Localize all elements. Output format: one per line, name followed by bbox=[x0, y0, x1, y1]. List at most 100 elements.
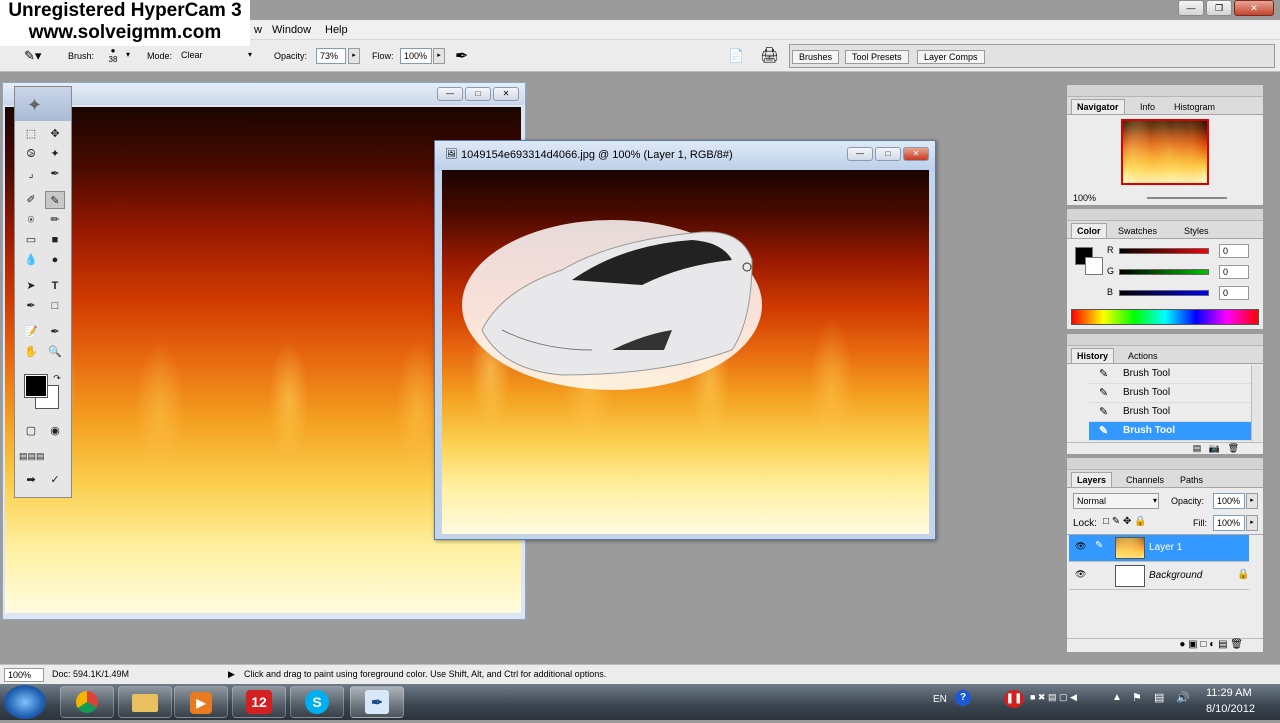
lasso-tool-icon[interactable]: ⧁ bbox=[21, 145, 41, 163]
app-12-icon[interactable]: 12 bbox=[232, 686, 286, 718]
history-brush-tool-icon[interactable]: ✏ bbox=[45, 211, 65, 229]
toolbox-header[interactable]: ✦ bbox=[15, 87, 71, 121]
clock-date[interactable]: 8/10/2012 bbox=[1206, 703, 1255, 715]
delete-layer-icon[interactable]: 🗑 bbox=[1230, 639, 1243, 650]
doc2-canvas[interactable] bbox=[442, 170, 929, 534]
visibility-eye-icon[interactable]: 👁 bbox=[1075, 569, 1086, 580]
blend-mode-select[interactable]: Normal bbox=[1073, 493, 1159, 509]
swap-colors-icon[interactable]: ↷ bbox=[47, 369, 67, 387]
chevron-down-icon[interactable]: ▾ bbox=[126, 50, 130, 59]
slice-tool-icon[interactable]: ✒ bbox=[45, 165, 65, 183]
opacity-slider-toggle[interactable]: ▸ bbox=[348, 48, 360, 64]
brush-size-picker[interactable]: ● 38 bbox=[106, 46, 120, 64]
color-channel-slider[interactable] bbox=[1119, 248, 1209, 254]
file-browser-icon[interactable]: 📄 bbox=[728, 48, 744, 64]
well-tab-brushes[interactable]: Brushes bbox=[792, 50, 840, 64]
flow-slider-toggle[interactable]: ▸ bbox=[433, 48, 445, 64]
new-layer-icon[interactable]: ▤ bbox=[1218, 639, 1227, 650]
pen-tool-icon[interactable]: ✒ bbox=[21, 297, 41, 315]
standard-mode-icon[interactable]: ▢ bbox=[21, 422, 41, 440]
mode-chevron-icon[interactable]: ▾ bbox=[248, 50, 252, 59]
history-item[interactable]: ✎ Brush Tool bbox=[1089, 365, 1259, 384]
tab-layers[interactable]: Layers bbox=[1071, 472, 1113, 487]
move-tool-icon[interactable]: ✥ bbox=[45, 125, 65, 143]
navigator-zoom-value[interactable]: 100% bbox=[1073, 193, 1096, 203]
tab-actions[interactable]: Actions bbox=[1123, 349, 1163, 363]
history-item[interactable]: ✎ Brush Tool bbox=[1089, 384, 1259, 403]
tab-navigator[interactable]: Navigator bbox=[1071, 99, 1125, 114]
tab-histogram[interactable]: Histogram bbox=[1169, 100, 1220, 114]
doc1-maximize-button[interactable]: □ bbox=[465, 87, 491, 101]
language-indicator[interactable]: EN bbox=[933, 694, 947, 705]
new-group-icon[interactable]: □ bbox=[1200, 639, 1206, 650]
photoshop-icon[interactable]: ✒ bbox=[350, 686, 404, 718]
healing-brush-tool-icon[interactable]: ✐ bbox=[21, 191, 41, 209]
color-channel-value[interactable]: 0 bbox=[1219, 286, 1249, 300]
well-tab-layer-comps[interactable]: Layer Comps bbox=[917, 50, 985, 64]
minimize-button[interactable]: — bbox=[1178, 0, 1204, 16]
color-panel-grip[interactable] bbox=[1067, 209, 1263, 221]
zoom-tool-icon[interactable]: 🔍 bbox=[45, 343, 65, 361]
navigator-thumbnail[interactable] bbox=[1121, 119, 1209, 185]
skype-icon[interactable]: S bbox=[290, 686, 344, 718]
new-snapshot-icon[interactable]: 📷 bbox=[1209, 443, 1220, 453]
menu-help[interactable]: Help bbox=[325, 24, 348, 36]
dodge-tool-icon[interactable]: ● bbox=[45, 251, 65, 269]
record-pause-icon[interactable]: ❚❚ bbox=[1004, 690, 1024, 708]
fill-input[interactable]: 100% bbox=[1213, 515, 1245, 531]
volume-icon[interactable]: 🔊 bbox=[1176, 691, 1190, 704]
layer-row-layer1[interactable]: 👁 ✎ Layer 1 bbox=[1069, 535, 1249, 562]
history-item-current[interactable]: ✎ Brush Tool bbox=[1089, 422, 1259, 441]
visibility-eye-icon[interactable]: 👁 bbox=[1075, 541, 1086, 552]
history-item[interactable]: ✎ Brush Tool bbox=[1089, 403, 1259, 422]
doc2-close-button[interactable]: ✕ bbox=[903, 147, 929, 161]
status-arrow-icon[interactable]: ▶ bbox=[228, 669, 235, 680]
status-zoom[interactable]: 100% bbox=[4, 668, 44, 682]
tab-color[interactable]: Color bbox=[1071, 223, 1107, 238]
restore-button[interactable]: ❐ bbox=[1206, 0, 1232, 16]
color-ramp[interactable] bbox=[1071, 309, 1259, 325]
network-icon[interactable]: ▤ bbox=[1154, 691, 1164, 704]
eraser-tool-icon[interactable]: ▭ bbox=[21, 231, 41, 249]
color-channel-value[interactable]: 0 bbox=[1219, 265, 1249, 279]
mode-select[interactable]: Clear bbox=[178, 48, 258, 64]
jump-to-imageready-icon[interactable]: ➡ bbox=[21, 471, 41, 489]
document-window-active[interactable]: 🖼 1049154e693314d4066.jpg @ 100% (Layer … bbox=[434, 140, 936, 540]
clock-time[interactable]: 11:29 AM bbox=[1206, 687, 1252, 699]
media-player-icon[interactable]: ▶ bbox=[174, 686, 228, 718]
color-channel-slider[interactable] bbox=[1119, 290, 1209, 296]
doc2-minimize-button[interactable]: — bbox=[847, 147, 873, 161]
hand-tool-icon[interactable]: ✋ bbox=[21, 343, 41, 361]
layer-opacity-input[interactable]: 100% bbox=[1213, 493, 1245, 509]
show-hidden-icons-icon[interactable]: ▲ bbox=[1112, 692, 1122, 703]
adjustment-layer-icon[interactable]: ◐ bbox=[1209, 639, 1215, 650]
crop-tool-icon[interactable]: ⌟ bbox=[21, 165, 41, 183]
history-panel-grip[interactable] bbox=[1067, 334, 1263, 346]
gradient-tool-icon[interactable]: ■ bbox=[45, 231, 65, 249]
blur-tool-icon[interactable]: 💧 bbox=[21, 251, 41, 269]
blend-mode-chevron-icon[interactable]: ▾ bbox=[1153, 496, 1157, 505]
tab-info[interactable]: Info bbox=[1135, 100, 1160, 114]
layer-row-background[interactable]: 👁 Background 🔒 bbox=[1069, 563, 1249, 590]
doc1-titlebar[interactable]: — □ ✕ bbox=[3, 83, 525, 105]
explorer-icon[interactable] bbox=[118, 686, 172, 718]
notes-tool-icon[interactable]: 📝 bbox=[21, 323, 41, 341]
color-channel-value[interactable]: 0 bbox=[1219, 244, 1249, 258]
menu-window[interactable]: Window bbox=[272, 24, 311, 36]
doc2-titlebar[interactable]: 🖼 1049154e693314d4066.jpg @ 100% (Layer … bbox=[435, 141, 935, 171]
color-panel-background-swatch[interactable] bbox=[1085, 257, 1103, 275]
eyedropper-tool-icon[interactable]: ✒ bbox=[45, 323, 65, 341]
quick-mask-icon[interactable]: ◉ bbox=[45, 422, 65, 440]
color-channel-slider[interactable] bbox=[1119, 269, 1209, 275]
imageready-icon[interactable]: ✓ bbox=[45, 471, 65, 489]
brush-preset-icon[interactable]: ✎▾ bbox=[24, 48, 41, 64]
doc1-close-button[interactable]: ✕ bbox=[493, 87, 519, 101]
chrome-icon[interactable] bbox=[60, 686, 114, 718]
path-selection-tool-icon[interactable]: ➤ bbox=[21, 277, 41, 295]
brush-tool-icon[interactable]: ✎ bbox=[45, 191, 65, 209]
opacity-input[interactable]: 73% bbox=[316, 48, 346, 64]
tab-styles[interactable]: Styles bbox=[1179, 224, 1214, 238]
lock-icons[interactable]: □ ✎ ✥ 🔒 bbox=[1103, 516, 1147, 527]
flow-input[interactable]: 100% bbox=[400, 48, 432, 64]
close-button[interactable]: ✕ bbox=[1234, 0, 1274, 16]
